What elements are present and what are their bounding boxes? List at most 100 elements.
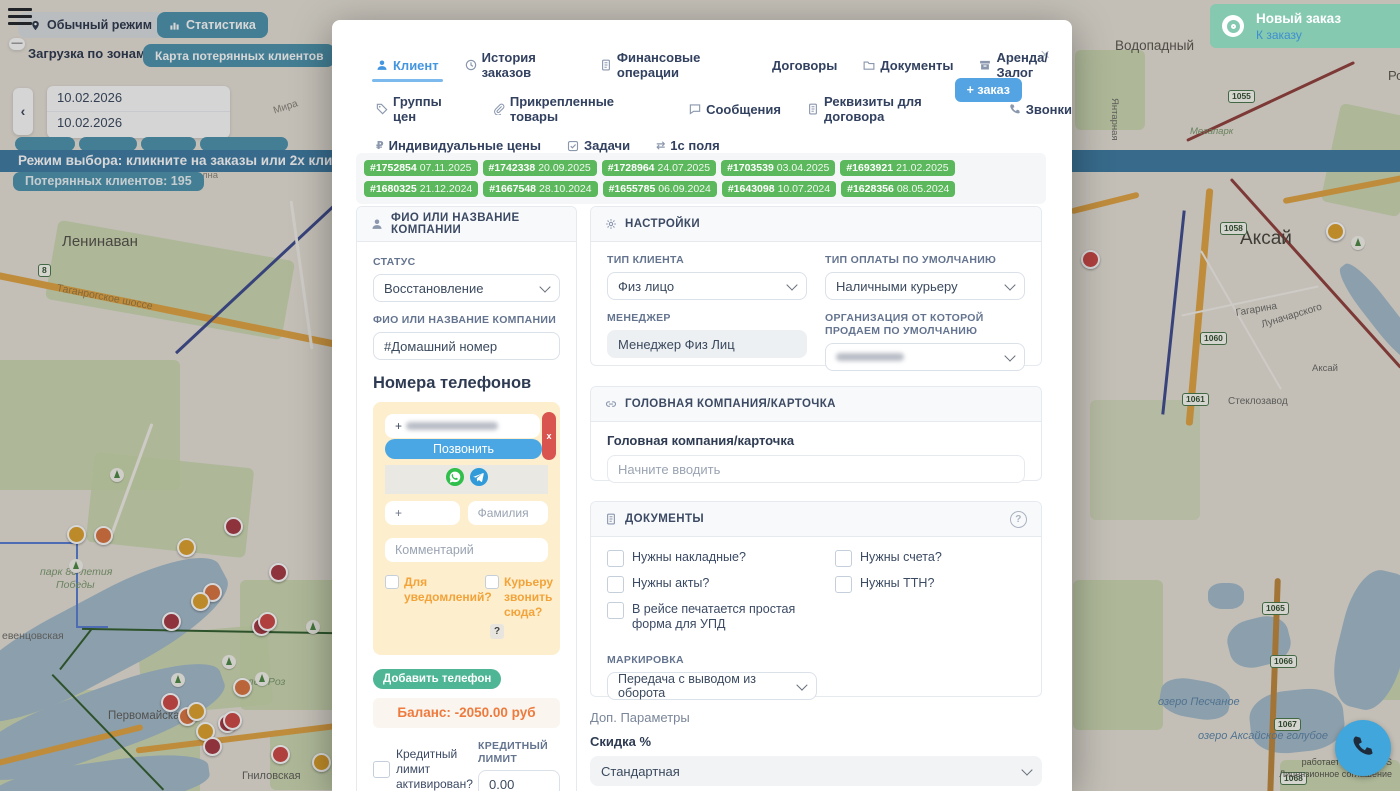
arrows-icon: ⇄ — [656, 139, 665, 152]
tab-1с поля[interactable]: ⇄ 1с поля — [656, 138, 720, 153]
company-name-input[interactable]: #Домашний номер — [373, 332, 560, 360]
tab-label: Финансовые операции — [617, 50, 746, 80]
doc-checkbox[interactable] — [835, 550, 852, 567]
discount-select[interactable]: Стандартная — [590, 756, 1042, 786]
tab-label: Группы цен — [393, 94, 467, 124]
documents-title: ДОКУМЕНТЫ — [625, 513, 704, 525]
manager-input: Менеджер Физ Лиц — [607, 330, 807, 358]
archive-icon — [979, 59, 991, 71]
check-icon — [567, 140, 579, 152]
lastname-placeholder: Фамилия — [478, 506, 529, 520]
credit-limit-input[interactable]: 0.00 — [478, 770, 560, 791]
tab-Договоры[interactable]: Договоры — [772, 58, 837, 73]
notification-link[interactable]: К заказу — [1256, 28, 1341, 42]
tab-label: Задачи — [584, 138, 630, 153]
order-badge[interactable]: #168032521.12.2024 — [364, 181, 478, 197]
notifications-checkbox-label: Для уведомлений? — [404, 575, 492, 620]
client-type-select[interactable]: Физ лицо — [607, 272, 807, 300]
whatsapp-icon[interactable] — [446, 468, 464, 491]
marking-select[interactable]: Передача с выводом из оборота — [607, 672, 817, 700]
folder-icon — [863, 59, 875, 71]
head-company-header: ГОЛОВНАЯ КОМПАНИЯ/КАРТОЧКА — [591, 387, 1041, 422]
doc-checkbox[interactable] — [607, 550, 624, 567]
discount-label: Скидка % — [590, 734, 1042, 749]
tab-Аренда/Залог[interactable]: Аренда/Залог — [979, 50, 1072, 80]
doc-checkbox[interactable] — [835, 576, 852, 593]
help-button[interactable]: ? — [490, 624, 504, 639]
messenger-strip — [385, 465, 548, 494]
order-badge[interactable]: #170353903.04.2025 — [721, 160, 835, 176]
client-modal: × КлиентИстория заказовФинансовые операц… — [332, 20, 1072, 791]
settings-title: НАСТРОЙКИ — [625, 218, 700, 230]
user-icon — [371, 218, 383, 230]
doc-checkbox[interactable] — [607, 602, 624, 619]
tab-Финансовые операции[interactable]: Финансовые операции — [600, 50, 746, 80]
doc-checkbox-label: Нужны счета? — [860, 550, 942, 565]
comment-input[interactable]: Комментарий — [385, 538, 548, 562]
head-company-input[interactable]: Начните вводить — [607, 455, 1025, 483]
payment-type-select[interactable]: Наличными курьеру — [825, 272, 1025, 300]
add-phone-button[interactable]: Добавить телефон — [373, 669, 501, 689]
courier-call-checkbox[interactable] — [485, 575, 499, 589]
file-icon — [807, 103, 819, 115]
phone-prefix-input[interactable]: + — [385, 501, 460, 525]
settings-header: НАСТРОЙКИ — [591, 207, 1041, 242]
phone-panel: + Позвонить x + Фамилия Комментарий — [373, 402, 560, 655]
redacted-organization — [836, 353, 904, 361]
notification-title: Новый заказ — [1256, 11, 1341, 26]
order-badge[interactable]: #169392121.02.2025 — [840, 160, 954, 176]
order-badge[interactable]: #166754828.10.2024 — [483, 181, 597, 197]
order-badge[interactable]: #162835608.05.2024 — [841, 181, 955, 197]
doc-checkbox-label: Нужны ТТН? — [860, 576, 934, 591]
order-badge[interactable]: #172896424.07.2025 — [602, 160, 716, 176]
tab-Задачи[interactable]: Задачи — [567, 138, 630, 153]
head-company-title: ГОЛОВНАЯ КОМПАНИЯ/КАРТОЧКА — [625, 398, 836, 410]
name-label: ФИО ИЛИ НАЗВАНИЕ КОМПАНИИ — [373, 314, 560, 326]
phone-number-input[interactable]: + — [385, 414, 540, 438]
status-select[interactable]: Восстановление — [373, 274, 560, 302]
credit-limit-value: 0.00 — [489, 777, 514, 791]
tab-Документы[interactable]: Документы — [863, 58, 953, 73]
manager-label: МЕНЕДЖЕР — [607, 312, 807, 324]
credit-limit-checkbox[interactable] — [373, 761, 390, 778]
tab-Звонки[interactable]: Звонки — [1009, 102, 1072, 117]
document-icon — [605, 513, 617, 525]
tab-Группы цен[interactable]: Группы цен — [376, 94, 467, 124]
marking-value: Передача с выводом из оборота — [618, 672, 798, 700]
tab-label: Звонки — [1026, 102, 1072, 117]
tab-Индивидуальные цены[interactable]: ₽Индивидуальные цены — [376, 138, 541, 153]
credit-limit-checkbox-label: Кредитный лимит активирован? — [396, 747, 473, 791]
link-icon — [605, 398, 617, 410]
tab-Сообщения[interactable]: Сообщения — [689, 102, 781, 117]
status-value: Восстановление — [384, 281, 483, 296]
tag-icon — [376, 103, 388, 115]
tab-Прикрепленные товары[interactable]: Прикрепленные товары — [493, 94, 663, 124]
call-button[interactable]: Позвонить — [385, 439, 542, 459]
new-order-button[interactable]: + заказ — [955, 78, 1022, 102]
user-icon — [376, 59, 388, 71]
tab-label: Прикрепленные товары — [510, 94, 663, 124]
tab-label: 1с поля — [670, 138, 719, 153]
phone-icon — [1351, 734, 1375, 763]
settings-card: НАСТРОЙКИ ТИП КЛИЕНТА Физ лицо МЕНЕДЖЕР … — [590, 206, 1042, 366]
tab-Клиент[interactable]: Клиент — [376, 58, 439, 73]
client-card-title: ФИО ИЛИ НАЗВАНИЕ КОМПАНИИ — [391, 212, 562, 236]
tab-История заказов[interactable]: История заказов — [465, 50, 574, 80]
new-order-notification[interactable]: Новый заказ К заказу — [1210, 4, 1400, 48]
lastname-input[interactable]: Фамилия — [468, 501, 548, 525]
clip-icon — [493, 103, 505, 115]
order-badge[interactable]: #164309810.07.2024 — [722, 181, 836, 197]
credit-limit-label: КРЕДИТНЫЙ ЛИМИТ — [478, 740, 560, 766]
telegram-icon[interactable] — [470, 468, 488, 491]
order-badge[interactable]: #175285407.11.2025 — [364, 160, 478, 176]
documents-help-icon[interactable]: ? — [1010, 511, 1027, 528]
phone-plus: + — [395, 419, 402, 433]
order-badge[interactable]: #174233820.09.2025 — [483, 160, 597, 176]
doc-checkbox[interactable] — [607, 576, 624, 593]
call-fab-button[interactable] — [1335, 720, 1391, 776]
comment-placeholder: Комментарий — [395, 543, 474, 557]
remove-phone-button[interactable]: x — [542, 412, 556, 460]
notifications-checkbox[interactable] — [385, 575, 399, 589]
order-badge[interactable]: #165578506.09.2024 — [603, 181, 717, 197]
organization-select[interactable] — [825, 343, 1025, 371]
